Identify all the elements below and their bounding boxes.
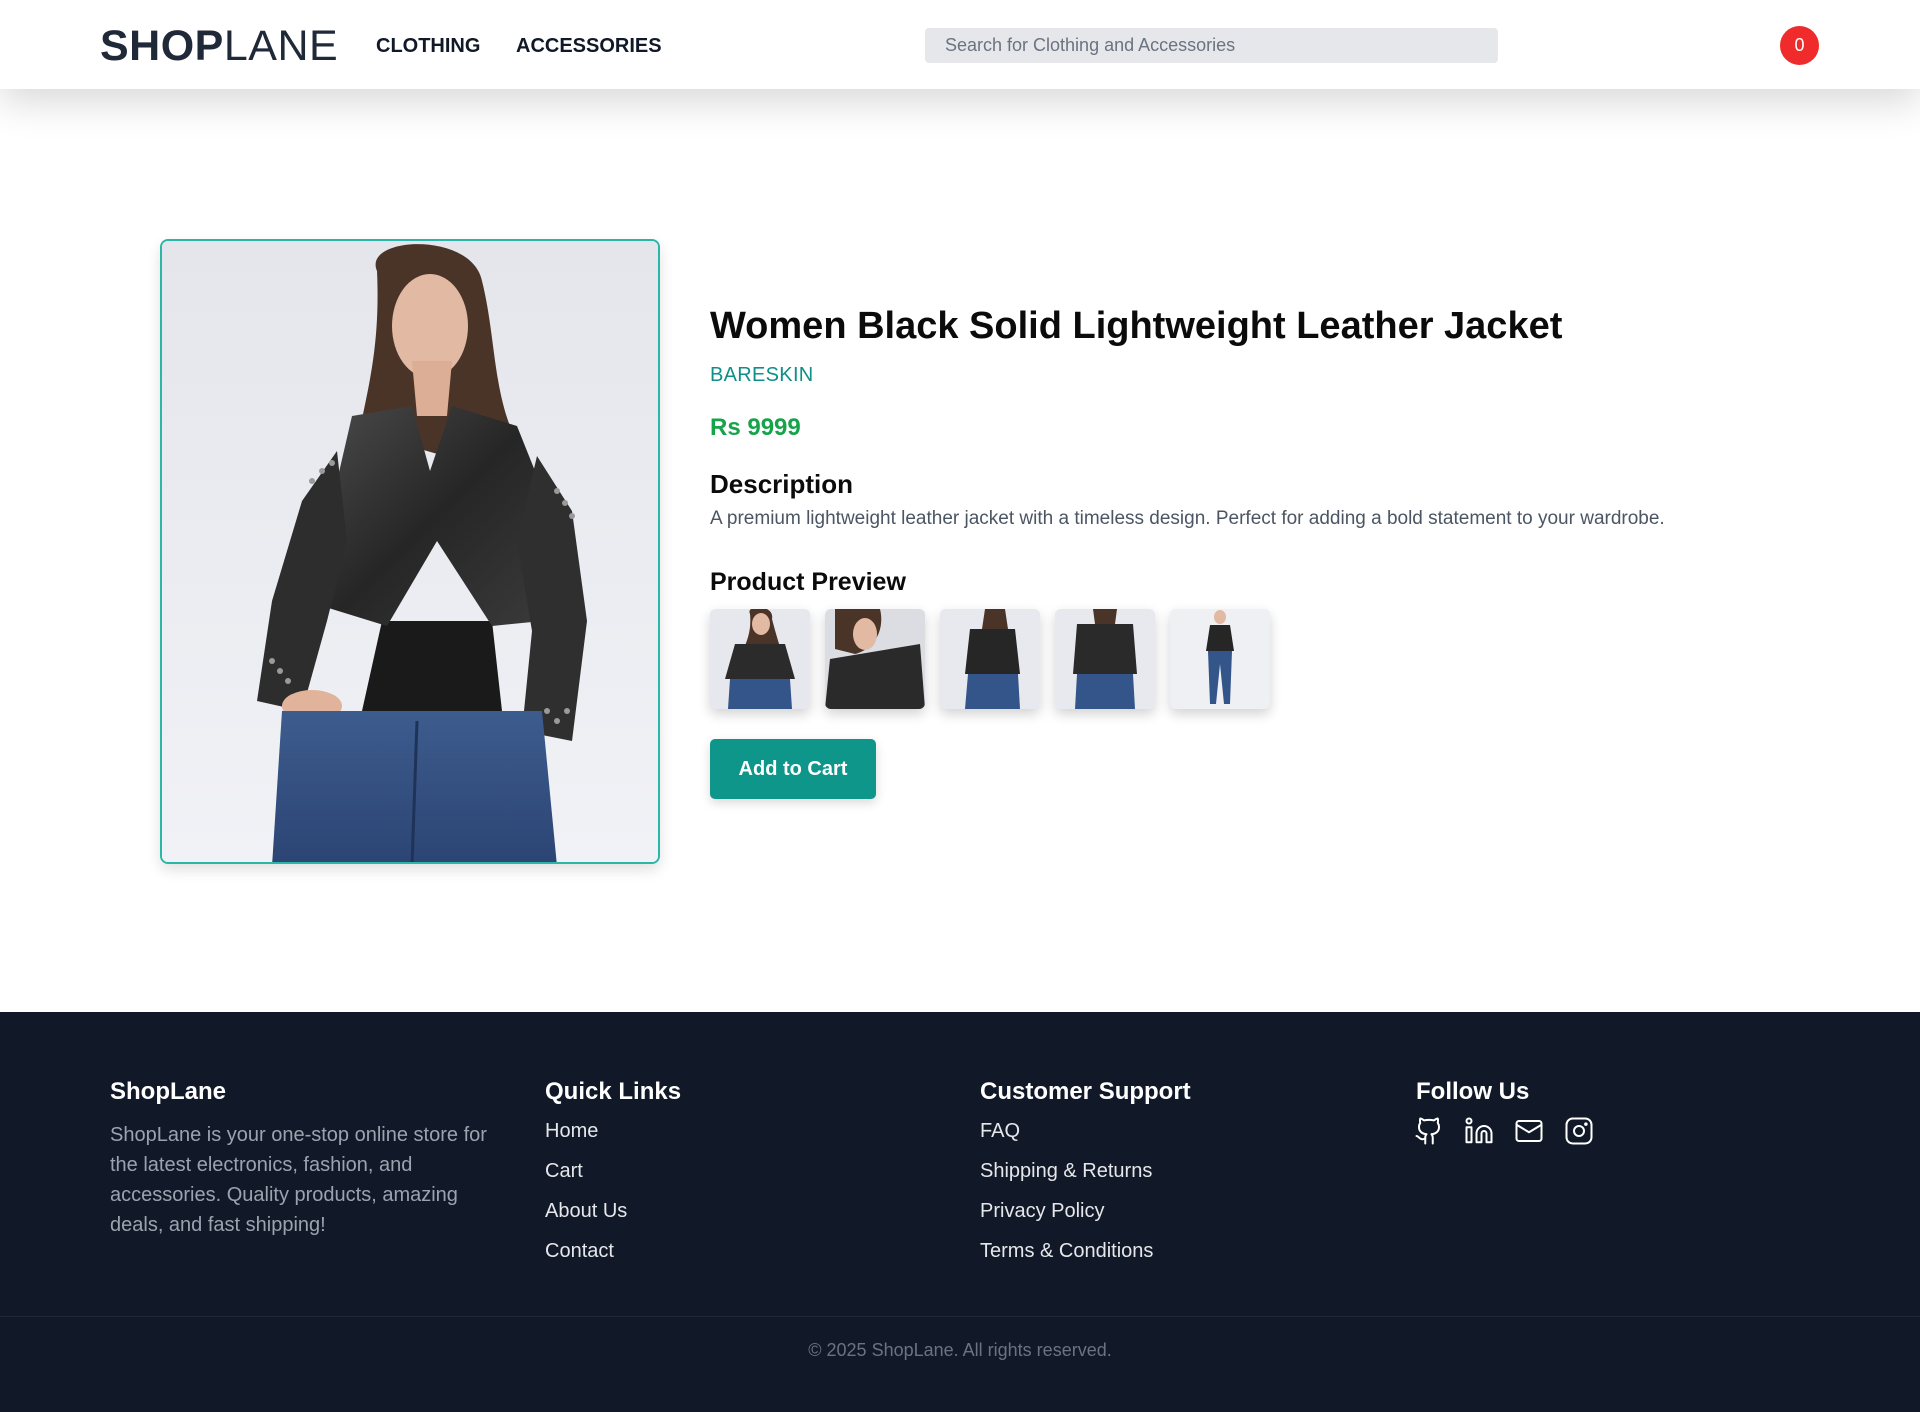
site-footer: ShopLane ShopLane is your one-stop onlin… [0, 1012, 1920, 1412]
footer-link-privacy[interactable]: Privacy Policy [980, 1200, 1104, 1223]
nav-clothing[interactable]: CLOTHING [376, 35, 480, 58]
thumbnail-image [940, 609, 1040, 709]
footer-link-about[interactable]: About Us [545, 1200, 627, 1223]
preview-thumbnail[interactable] [1170, 609, 1270, 709]
product-description: A premium lightweight leather jacket wit… [710, 508, 1665, 529]
github-icon[interactable] [1414, 1116, 1444, 1146]
product-price: Rs 9999 [710, 414, 801, 441]
footer-link-shipping[interactable]: Shipping & Returns [980, 1160, 1152, 1183]
footer-link-home[interactable]: Home [545, 1120, 598, 1143]
product-title: Women Black Solid Lightweight Leather Ja… [710, 305, 1563, 347]
customer-support-heading: Customer Support [980, 1078, 1191, 1105]
description-heading: Description [710, 469, 854, 499]
social-links [1414, 1116, 1594, 1146]
instagram-icon[interactable] [1564, 1116, 1594, 1146]
thumbnail-image [1170, 609, 1270, 709]
footer-brand-heading: ShopLane [110, 1078, 227, 1105]
search-input[interactable] [925, 28, 1498, 63]
footer-divider [0, 1316, 1920, 1317]
thumbnail-image [1055, 609, 1155, 709]
follow-us-heading: Follow Us [1416, 1078, 1530, 1105]
nav-accessories[interactable]: ACCESSORIES [516, 35, 662, 58]
preview-heading: Product Preview [710, 568, 906, 596]
footer-link-faq[interactable]: FAQ [980, 1120, 1020, 1143]
preview-thumbnail[interactable] [940, 609, 1040, 709]
thumbnail-image [825, 609, 925, 709]
preview-thumbnail[interactable] [825, 609, 925, 709]
copyright-text: © 2025 ShopLane. All rights reserved. [808, 1340, 1112, 1360]
preview-thumbnail[interactable] [1055, 609, 1155, 709]
preview-thumbnail[interactable] [710, 609, 810, 709]
product-brand: BARESKIN [710, 364, 814, 386]
quick-links-heading: Quick Links [545, 1078, 682, 1105]
add-to-cart-button[interactable]: Add to Cart [710, 739, 876, 799]
linkedin-icon[interactable] [1464, 1116, 1494, 1146]
logo-text-light: LANE [223, 22, 339, 70]
mail-icon[interactable] [1514, 1116, 1544, 1146]
footer-link-cart[interactable]: Cart [545, 1160, 583, 1183]
footer-link-contact[interactable]: Contact [545, 1240, 614, 1263]
footer-link-terms[interactable]: Terms & Conditions [980, 1240, 1153, 1263]
logo-text-bold: SHOP [100, 22, 224, 70]
site-header: SHOPLANE CLOTHING ACCESSORIES 0 [0, 0, 1920, 89]
shoplane-logo[interactable]: SHOPLANE [100, 22, 338, 71]
thumbnail-image [710, 609, 810, 709]
cart-count-badge[interactable]: 0 [1780, 26, 1819, 65]
footer-about-text: ShopLane is your one-stop online store f… [110, 1124, 487, 1236]
product-photo [162, 241, 658, 862]
product-main-image [160, 239, 660, 864]
